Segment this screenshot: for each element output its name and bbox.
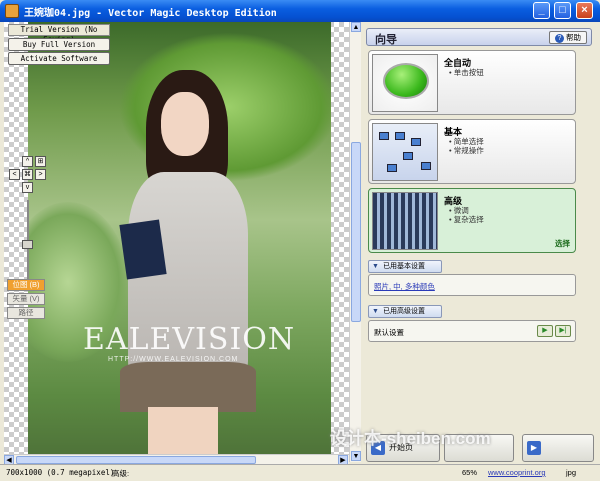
trial-version-label: Trial Version (No Saving) <box>8 24 110 44</box>
vertical-scrollbar[interactable]: ▲ ▼ <box>349 22 361 462</box>
chevron-down-icon: ▼ <box>372 263 379 270</box>
image-canvas[interactable]: EALEVISION HTTP://WWW.EALEVISION.COM <box>4 22 349 462</box>
mode-basic[interactable]: 基本 简单选择 常规操作 <box>368 119 576 184</box>
pan-right-button[interactable]: > <box>35 169 46 180</box>
advanced-settings-header[interactable]: ▼ 已用高级设置 <box>368 305 442 318</box>
green-button-icon <box>383 63 429 99</box>
play-to-end-icon[interactable]: ▶| <box>555 325 571 337</box>
zoom-in-icon[interactable]: ⊞ <box>35 156 46 167</box>
photo-person-book <box>119 219 167 280</box>
help-icon: ? <box>555 34 564 43</box>
photo-person-skirt <box>120 362 256 412</box>
vertical-scroll-thumb[interactable] <box>351 142 361 322</box>
play-icon[interactable]: ▶ <box>537 325 553 337</box>
basic-settings-title: 已用基本设置 <box>383 263 425 270</box>
site-watermark: 设计本-sheiben.com <box>330 429 491 448</box>
next-arrow-icon: ▶ <box>527 441 541 455</box>
photo-watermark: EALEVISION <box>83 322 296 357</box>
selected-label: 选择 <box>555 239 570 248</box>
pan-up-button[interactable]: ^ <box>22 156 33 167</box>
buy-full-version-button[interactable]: Buy Full Version <box>8 38 110 51</box>
wizard-title: 向导 <box>375 34 397 46</box>
advanced-mode-thumbnail <box>372 192 438 250</box>
app-icon <box>5 4 19 18</box>
flow-box-icon <box>395 132 405 140</box>
view-bitmap-button[interactable]: 位图 (B) <box>7 279 45 291</box>
photo-watermark-url: HTTP://WWW.EALEVISION.COM <box>108 356 239 363</box>
flow-box-icon <box>411 138 421 146</box>
status-bar: 700x1000 (0.7 megapixel) 高级: 65% www.coo… <box>0 464 600 481</box>
status-zoom: 65% <box>462 468 478 477</box>
fit-view-icon[interactable]: ⌘ <box>22 169 33 180</box>
basic-settings-header[interactable]: ▼ 已用基本设置 <box>368 260 442 273</box>
window-title: 王婉珈04.jpg - Vector Magic Desktop Edition <box>24 8 277 19</box>
minimize-button[interactable]: _ <box>533 2 550 19</box>
mode-bullet: 常规操作 <box>449 146 484 155</box>
horizontal-scrollbar[interactable]: ◀ ▶ <box>4 454 349 465</box>
help-label: 帮助 <box>566 33 581 42</box>
flow-box-icon <box>403 152 413 160</box>
view-vector-button[interactable]: 矢量 (V) <box>7 293 45 305</box>
mode-bullet: 简单选择 <box>449 137 484 146</box>
maximize-button[interactable]: □ <box>554 2 571 19</box>
chevron-down-icon: ▼ <box>372 308 379 315</box>
basic-settings-body: 照片, 中, 多种颜色 <box>368 274 576 296</box>
mode-advanced[interactable]: 高级 微调 复杂选择 选择 <box>368 188 576 253</box>
pan-left-button[interactable]: < <box>9 169 20 180</box>
mode-bullets: 微调 复杂选择 <box>449 206 484 224</box>
flow-box-icon <box>421 162 431 170</box>
status-website-link[interactable]: www.cooprint.org <box>488 468 546 477</box>
status-dimensions: 700x1000 (0.7 megapixel) <box>6 468 115 477</box>
view-path-button[interactable]: 路径 <box>7 307 45 319</box>
zoom-slider-thumb[interactable] <box>22 240 33 249</box>
basic-settings-link[interactable]: 照片, 中, 多种颜色 <box>374 282 435 291</box>
mode-bullets: 简单选择 常规操作 <box>449 137 484 155</box>
advanced-settings-title: 已用高级设置 <box>383 308 425 315</box>
mode-bullet: 复杂选择 <box>449 215 484 224</box>
advanced-settings-value: 默认设置 <box>374 328 404 337</box>
flow-box-icon <box>387 164 397 172</box>
next-step-button[interactable]: ▶ <box>522 434 594 462</box>
pan-down-button[interactable]: v <box>22 182 33 193</box>
mode-bullets: 单击按钮 <box>449 68 484 77</box>
advanced-settings-body: 默认设置 ▶ ▶| <box>368 320 576 342</box>
source-photo: EALEVISION HTTP://WWW.EALEVISION.COM <box>28 22 331 462</box>
photo-person-face <box>161 92 209 156</box>
close-button[interactable]: × <box>576 2 593 19</box>
mode-bullet: 单击按钮 <box>449 68 484 77</box>
horizontal-scroll-thumb[interactable] <box>16 456 256 464</box>
mode-bullet: 微调 <box>449 206 484 215</box>
mode-fully-automatic[interactable]: 全自动 单击按钮 <box>368 50 576 115</box>
wizard-panel: 向导 ?帮助 全自动 单击按钮 基本 简单选择 常规操作 高级 <box>362 22 598 462</box>
scroll-down-arrow[interactable]: ▼ <box>351 451 361 461</box>
flow-box-icon <box>379 132 389 140</box>
help-button[interactable]: ? 帮助 <box>549 31 587 44</box>
status-file-type: jpg <box>566 468 577 477</box>
scroll-up-arrow[interactable]: ▲ <box>351 22 361 32</box>
status-mode-label: 高级: <box>112 469 130 478</box>
auto-mode-thumbnail <box>372 54 438 112</box>
activate-software-button[interactable]: Activate Software <box>8 52 110 65</box>
basic-mode-thumbnail <box>372 123 438 181</box>
wizard-header: 向导 ? 帮助 <box>366 28 592 46</box>
title-bar[interactable]: 王婉珈04.jpg - Vector Magic Desktop Edition… <box>0 0 600 22</box>
